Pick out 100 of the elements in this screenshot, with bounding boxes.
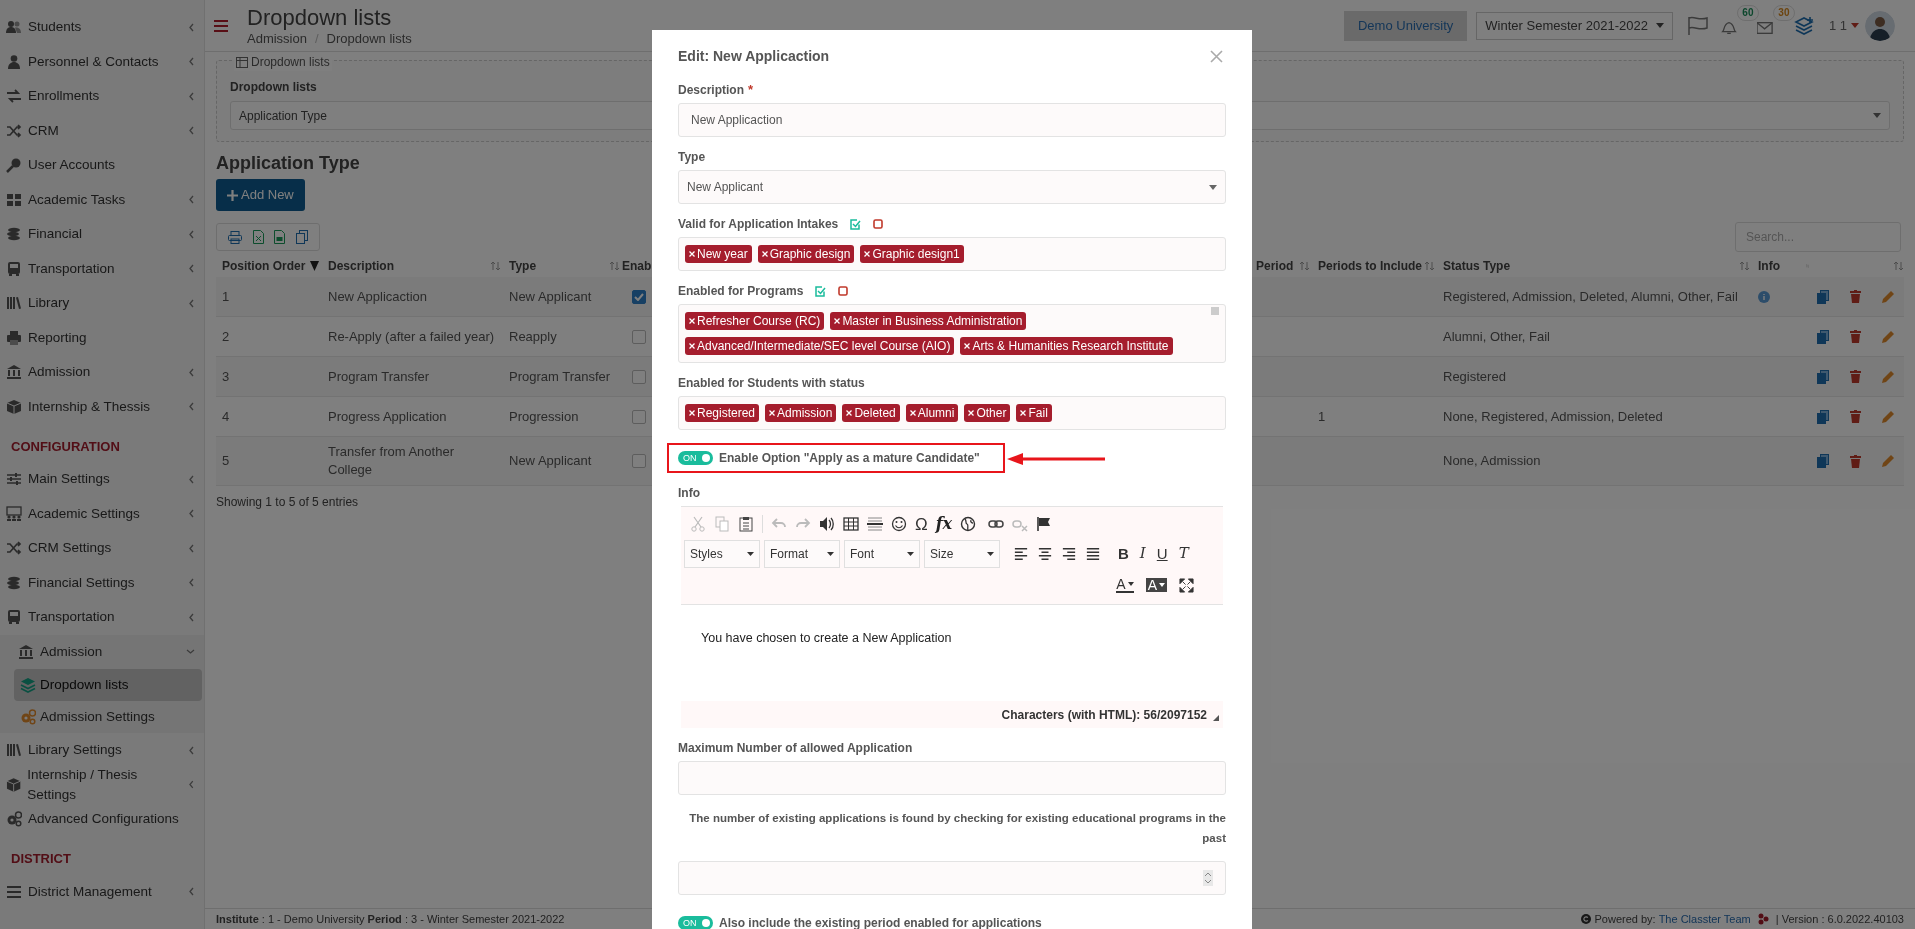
tag-field[interactable]: Refresher Course (RC) Master in Business Administration Advanced/Intermediate/SEC level Course (AIO) Arts & Humanities Research Institute bbox=[678, 304, 1226, 363]
smiley-icon[interactable] bbox=[891, 516, 907, 532]
tag[interactable]: Arts & Humanities Research Institute bbox=[960, 337, 1173, 355]
align-right-icon[interactable] bbox=[1062, 546, 1076, 561]
sidebar-item[interactable]: District Management bbox=[0, 874, 204, 909]
spreadsheet-icon[interactable] bbox=[252, 230, 264, 244]
sidebar-item[interactable]: Library bbox=[0, 286, 204, 321]
institution-button[interactable]: Demo University bbox=[1343, 10, 1468, 41]
type-select[interactable]: New Applicant bbox=[678, 170, 1226, 204]
bold-button[interactable]: B bbox=[1118, 546, 1129, 561]
copy-icon[interactable] bbox=[1817, 329, 1829, 344]
copy-icon[interactable] bbox=[1817, 369, 1829, 384]
sidebar-item[interactable]: Reporting bbox=[0, 320, 204, 355]
tag[interactable]: Registered bbox=[685, 404, 760, 422]
sidebar-item[interactable]: Transportation bbox=[0, 600, 204, 635]
pencil-icon[interactable] bbox=[1882, 455, 1894, 467]
column-header[interactable]: Period bbox=[1256, 257, 1294, 275]
tag[interactable]: Other bbox=[964, 404, 1011, 422]
column-header[interactable]: Enab bbox=[622, 257, 652, 275]
team-link[interactable]: The Classter Team bbox=[1658, 910, 1751, 928]
align-left-icon[interactable] bbox=[1014, 546, 1028, 561]
tag[interactable]: Admission bbox=[765, 404, 837, 422]
editor-dropdown[interactable]: Format bbox=[764, 539, 840, 568]
sidebar-item[interactable]: Library Settings bbox=[0, 733, 204, 768]
printer-icon[interactable] bbox=[228, 230, 243, 244]
tag-field[interactable]: Registered Admission Deleted Alumni Other Fail bbox=[678, 396, 1226, 430]
text-color-button[interactable]: A bbox=[1116, 577, 1134, 593]
sidebar-item[interactable]: Internship / Thesis Settings bbox=[0, 767, 204, 802]
sidebar-item[interactable]: Enrollments bbox=[0, 79, 204, 114]
semester-select[interactable]: Winter Semester 2021-2022 bbox=[1476, 11, 1673, 40]
checked-box-icon[interactable] bbox=[815, 285, 827, 297]
resize-handle-icon[interactable] bbox=[1213, 714, 1219, 721]
add-new-button[interactable]: Add New bbox=[216, 179, 305, 211]
trash-icon[interactable] bbox=[1850, 410, 1861, 423]
avatar[interactable] bbox=[1865, 10, 1895, 41]
close-icon[interactable] bbox=[1210, 49, 1223, 63]
empty-box-icon[interactable] bbox=[873, 219, 884, 229]
sidebar-item[interactable]: CRM bbox=[0, 113, 204, 148]
column-header[interactable]: Info bbox=[1758, 257, 1780, 275]
submenu-item[interactable]: Admission Settings bbox=[14, 701, 202, 733]
checkbox[interactable] bbox=[632, 409, 646, 424]
user-menu[interactable]: 1 1 bbox=[1828, 15, 1859, 36]
sidebar-item[interactable]: Advanced Configurations bbox=[0, 802, 204, 837]
sidebar-item[interactable]: Admission bbox=[0, 634, 204, 669]
trash-icon[interactable] bbox=[1850, 454, 1861, 468]
tag[interactable]: New year bbox=[685, 245, 752, 263]
checkbox[interactable] bbox=[632, 329, 646, 344]
breadcrumb-link[interactable]: Dropdown lists bbox=[326, 30, 412, 47]
trash-icon[interactable] bbox=[1850, 370, 1861, 383]
column-header[interactable]: Description bbox=[328, 257, 394, 275]
sidebar-item[interactable]: Personnel & Contacts bbox=[0, 44, 204, 79]
menu-icon[interactable] bbox=[214, 19, 228, 32]
copy-icon[interactable] bbox=[1817, 409, 1829, 424]
toggle-switch[interactable]: ON bbox=[678, 916, 713, 929]
pencil-icon[interactable] bbox=[1882, 290, 1894, 303]
scissors-icon[interactable] bbox=[690, 516, 706, 532]
copy-icon[interactable] bbox=[1817, 454, 1829, 468]
tag[interactable]: Fail bbox=[1016, 404, 1052, 422]
sidebar-item[interactable]: Academic Tasks bbox=[0, 182, 204, 217]
spinner-icon[interactable] bbox=[1203, 870, 1213, 886]
sidebar-item[interactable]: User Accounts bbox=[0, 148, 204, 183]
checkbox[interactable] bbox=[632, 289, 646, 304]
clipboard-icon[interactable] bbox=[738, 516, 754, 532]
maximize-icon[interactable] bbox=[1179, 577, 1194, 593]
globe-icon[interactable] bbox=[960, 516, 977, 532]
tag[interactable]: Refresher Course (RC) bbox=[685, 312, 825, 330]
breadcrumb-link[interactable]: Admission bbox=[247, 30, 307, 47]
sidebar-item[interactable]: Students bbox=[0, 10, 204, 45]
document-icon[interactable] bbox=[274, 230, 286, 244]
copy-icon[interactable] bbox=[714, 516, 730, 532]
toggle-switch[interactable]: ON bbox=[678, 451, 713, 465]
column-header[interactable]: Periods to Include bbox=[1318, 257, 1422, 275]
copy-icon[interactable] bbox=[295, 230, 308, 244]
tag[interactable]: Graphic design1 bbox=[860, 245, 964, 263]
tag-field[interactable]: New year Graphic design Graphic design1 bbox=[678, 237, 1226, 271]
submenu-item[interactable]: Dropdown lists bbox=[14, 669, 202, 701]
copy-icon[interactable] bbox=[1817, 289, 1829, 304]
justify-icon[interactable] bbox=[1086, 546, 1100, 561]
sidebar-item[interactable]: Admission bbox=[0, 355, 204, 390]
tag[interactable]: Deleted bbox=[842, 404, 900, 422]
table-icon[interactable] bbox=[843, 516, 859, 532]
trash-icon[interactable] bbox=[1850, 290, 1861, 303]
empty-box-icon[interactable] bbox=[838, 286, 849, 296]
checked-box-icon[interactable] bbox=[850, 218, 862, 230]
horizontal-rule-icon[interactable] bbox=[867, 516, 883, 532]
pencil-icon[interactable] bbox=[1882, 370, 1894, 383]
sidebar-item[interactable]: Transportation bbox=[0, 251, 204, 286]
pencil-icon[interactable] bbox=[1882, 330, 1894, 343]
tag[interactable]: Advanced/Intermediate/SEC level Course (AIO) bbox=[685, 337, 955, 355]
tag[interactable]: Graphic design bbox=[757, 245, 855, 263]
italic-button[interactable]: I bbox=[1139, 546, 1146, 561]
text-field[interactable] bbox=[678, 761, 1226, 795]
sidebar-item[interactable]: Financial Settings bbox=[0, 565, 204, 600]
sidebar-item[interactable]: CRM Settings bbox=[0, 531, 204, 566]
number-field[interactable] bbox=[678, 861, 1226, 895]
column-header[interactable]: Type bbox=[509, 257, 537, 275]
column-header[interactable]: Status Type bbox=[1443, 257, 1511, 275]
pencil-icon[interactable] bbox=[1882, 410, 1894, 423]
sidebar-item[interactable]: Internship & Thessis bbox=[0, 389, 204, 424]
editor-dropdown[interactable]: Size bbox=[924, 539, 1000, 568]
